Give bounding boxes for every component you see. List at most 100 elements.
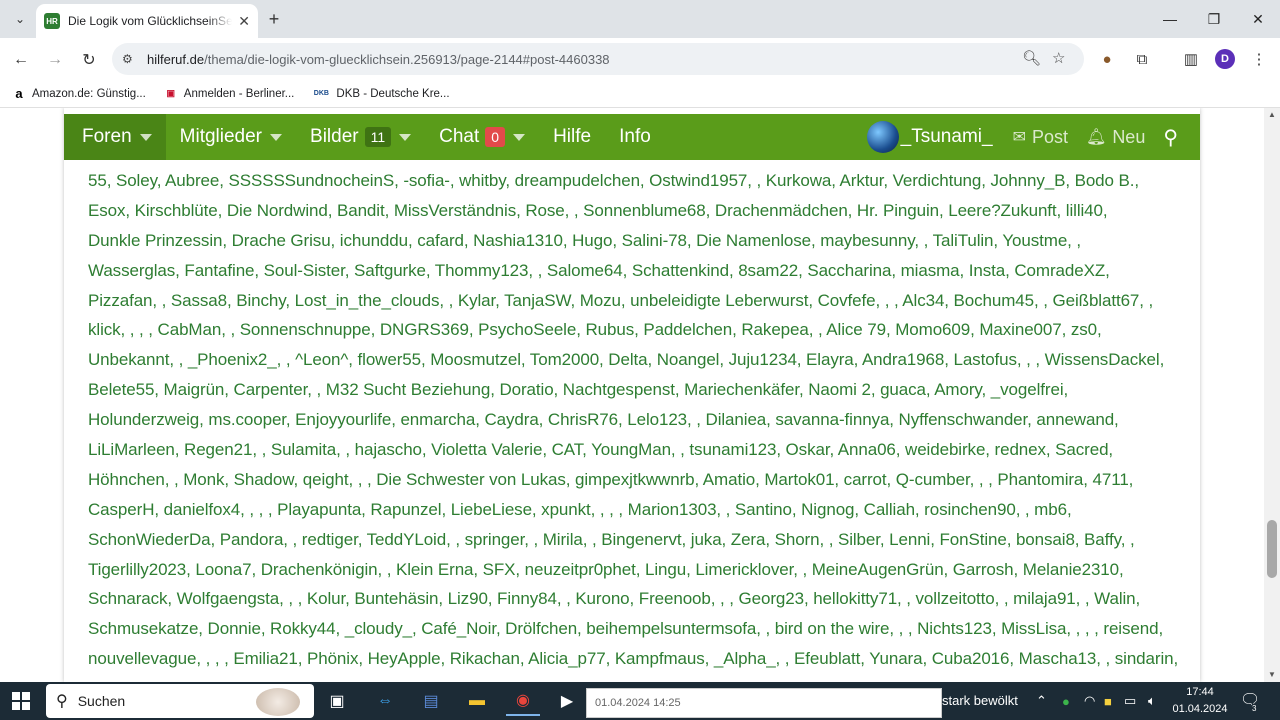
note-icon[interactable]: ■ <box>1104 682 1112 720</box>
volume-icon[interactable]: 🔈︎ <box>1148 682 1156 720</box>
tab-strip: ⌄ HR Die Logik vom GlücklichseinSeite 21… <box>0 0 1280 38</box>
member-list-line[interactable]: Holunderzweig, ms.cooper, Enjoyyourlife,… <box>88 405 1188 435</box>
member-list-line[interactable]: nouvellevague, , , , Emilia21, Phönix, H… <box>88 644 1188 674</box>
member-list-line[interactable]: CasperH, danielfox4, , , , Playapunta, R… <box>88 495 1188 525</box>
status-dot-icon[interactable]: ● <box>1062 682 1070 720</box>
windows-start-icon[interactable] <box>12 692 30 710</box>
page-viewport: Foren Mitglieder Bilder 11 Chat 0 Hilfe … <box>0 108 1264 682</box>
address-bar[interactable]: ⚙ hilferuf.de/thema/die-logik-vom-glueck… <box>112 43 1084 75</box>
restore-button[interactable]: ❐ <box>1192 0 1236 38</box>
member-list-line[interactable]: 55, Soley, Aubree, SSSSSSundnocheinS, -s… <box>88 166 1188 196</box>
minimize-button[interactable]: — <box>1148 0 1192 38</box>
bookmark-label: Anmelden - Berliner... <box>183 87 295 100</box>
chrome-icon[interactable]: ◉ <box>506 686 540 716</box>
file-manager-icon[interactable]: ▤ <box>414 686 448 716</box>
member-list-line[interactable]: Schmusekatze, Donnie, Rokky44, _cloudy_,… <box>88 614 1188 644</box>
nav-label: Mitglieder <box>179 126 263 147</box>
reload-button[interactable]: ↻ <box>76 47 102 73</box>
show-hidden-icons-icon[interactable]: ⌃ <box>1036 682 1047 720</box>
site-navigation: Foren Mitglieder Bilder 11 Chat 0 Hilfe … <box>64 114 1200 160</box>
tab-title: Die Logik vom GlücklichseinSeite 2144 <box>68 14 233 28</box>
nav-mitglieder[interactable]: Mitglieder <box>166 114 296 160</box>
post-link[interactable]: ✉ Post <box>1013 127 1068 148</box>
bookmark-star-icon[interactable]: ☆ <box>1052 49 1065 67</box>
nav-chat[interactable]: Chat 0 <box>425 114 539 160</box>
bookmarks-bar: a Amazon.de: Günstig... ▣ Anmelden - Ber… <box>0 80 1280 108</box>
active-tab[interactable]: HR Die Logik vom GlücklichseinSeite 2144… <box>36 4 258 38</box>
notification-icon[interactable]: 🗨︎ <box>1240 690 1260 710</box>
dkb-icon: DKB <box>313 90 329 97</box>
bookmark-dkb[interactable]: DKB DKB - Deutsche Kre... <box>312 87 450 101</box>
member-list-line[interactable]: Pizzafan, , Sassa8, Binchy, Lost_in_the_… <box>88 286 1188 316</box>
member-list-line[interactable]: Tigerlilly2023, Loona7, Drachenkönigin, … <box>88 555 1188 585</box>
bookmark-amazon[interactable]: a Amazon.de: Günstig... <box>12 86 145 101</box>
search-icon[interactable]: ⚲ <box>1163 125 1178 150</box>
battery-icon[interactable]: ▭ <box>1124 682 1136 720</box>
media-player-icon[interactable]: ▶ <box>550 686 584 716</box>
taskbar-search-label: Suchen <box>77 693 126 709</box>
scrollbar-thumb[interactable] <box>1267 520 1277 578</box>
explorer-folder-icon[interactable]: ▬ <box>460 686 494 716</box>
berliner-icon: ▣ <box>166 88 176 98</box>
forward-button[interactable]: → <box>42 47 68 73</box>
chevron-down-icon[interactable] <box>513 133 526 141</box>
task-view-icon[interactable]: ▣ <box>320 686 354 716</box>
scroll-down-arrow-icon[interactable]: ▼ <box>1264 668 1280 682</box>
scroll-up-arrow-icon[interactable]: ▲ <box>1264 108 1280 122</box>
site-info-icon[interactable]: ⚙ <box>122 52 140 66</box>
member-list-line[interactable]: klick, , , , CabMan, , Sonnenschnuppe, D… <box>88 315 1188 345</box>
notification-count: 3 <box>1252 704 1257 713</box>
tab-close-icon[interactable]: ✕ <box>238 13 250 30</box>
member-list-line[interactable]: Schnarack, Wolfgaengsta, , , Kolur, Bunt… <box>88 584 1188 614</box>
profile-avatar[interactable]: D <box>1215 49 1235 69</box>
nav-label: Info <box>619 126 651 147</box>
url-text[interactable]: hilferuf.de/thema/die-logik-vom-glueckli… <box>147 52 610 67</box>
member-list-line[interactable]: Unbekannt, , _Phoenix2_, , ^Leon^, flowe… <box>88 345 1188 375</box>
taskbar-preview-tooltip: 01.04.2024 14:25 <box>586 688 942 718</box>
chevron-down-icon[interactable] <box>399 133 412 141</box>
clock-date: 01.04.2024 <box>1172 703 1228 715</box>
member-list: 55, Soley, Aubree, SSSSSSundnocheinS, -s… <box>88 166 1188 674</box>
new-tab-button[interactable]: + <box>262 8 286 30</box>
system-clock[interactable]: 17:44 01.04.2024 <box>1170 684 1230 718</box>
teamviewer-icon[interactable]: ⇔ <box>368 686 402 716</box>
member-list-line[interactable]: SchonWiederDa, Pandora, , redtiger, Tedd… <box>88 525 1188 555</box>
user-name-link[interactable]: _Tsunami_ <box>901 126 993 148</box>
wifi-icon[interactable]: ◠ <box>1084 682 1095 720</box>
member-list-line[interactable]: Belete55, Maigrün, Carpenter, , M32 Such… <box>88 375 1188 405</box>
nav-bilder[interactable]: Bilder 11 <box>296 114 425 160</box>
search-icon: ⚲ <box>56 693 68 710</box>
menu-kebab-icon[interactable]: ⋮ <box>1247 47 1271 71</box>
member-list-line[interactable]: Wasserglas, Fantafine, Soul-Sister, Saft… <box>88 256 1188 286</box>
page-scrollbar[interactable]: ▲ ▼ <box>1264 108 1280 682</box>
new-link[interactable]: 🔔︎ Neu <box>1086 127 1145 148</box>
member-list-line[interactable]: Höhnchen, , Monk, Shadow, qeight, , , Di… <box>88 465 1188 495</box>
extension-icon[interactable]: ● <box>1095 47 1119 71</box>
envelope-icon: ✉ <box>1012 129 1026 146</box>
chevron-down-icon[interactable] <box>139 133 152 141</box>
weather-text[interactable]: stark bewölkt <box>942 693 1018 708</box>
zoom-icon[interactable]: 🔍︎ <box>1022 49 1041 67</box>
new-label: Neu <box>1112 126 1146 147</box>
chevron-down-icon[interactable] <box>270 133 283 141</box>
tab-search-button[interactable]: ⌄ <box>8 7 32 31</box>
member-list-line[interactable]: LiLiMarleen, Regen21, , Sulamita, , haja… <box>88 435 1188 465</box>
nav-foren[interactable]: Foren <box>64 114 166 160</box>
nav-label: Hilfe <box>553 126 592 147</box>
taskbar-search[interactable]: ⚲ Suchen <box>46 684 314 718</box>
bilder-count-badge: 11 <box>364 127 392 147</box>
nav-label: Bilder <box>310 126 359 147</box>
member-list-line[interactable]: Esox, Kirschblüte, Die Nordwind, Bandit,… <box>88 196 1188 226</box>
back-button[interactable]: ← <box>8 47 34 73</box>
member-list-line[interactable]: Dunkle Prinzessin, Drache Grisu, ichundd… <box>88 226 1188 256</box>
user-avatar[interactable] <box>866 121 899 153</box>
side-panel-icon[interactable]: ▥ <box>1179 47 1203 71</box>
bookmark-label: DKB - Deutsche Kre... <box>336 87 450 100</box>
nav-label: Foren <box>82 126 132 147</box>
nav-hilfe[interactable]: Hilfe <box>539 114 605 160</box>
amazon-icon: a <box>15 86 23 101</box>
close-window-button[interactable]: ✕ <box>1236 0 1280 38</box>
extensions-puzzle-icon[interactable]: ⧉ <box>1130 47 1154 71</box>
bookmark-berliner[interactable]: ▣ Anmelden - Berliner... <box>164 87 295 101</box>
nav-info[interactable]: Info <box>605 114 665 160</box>
